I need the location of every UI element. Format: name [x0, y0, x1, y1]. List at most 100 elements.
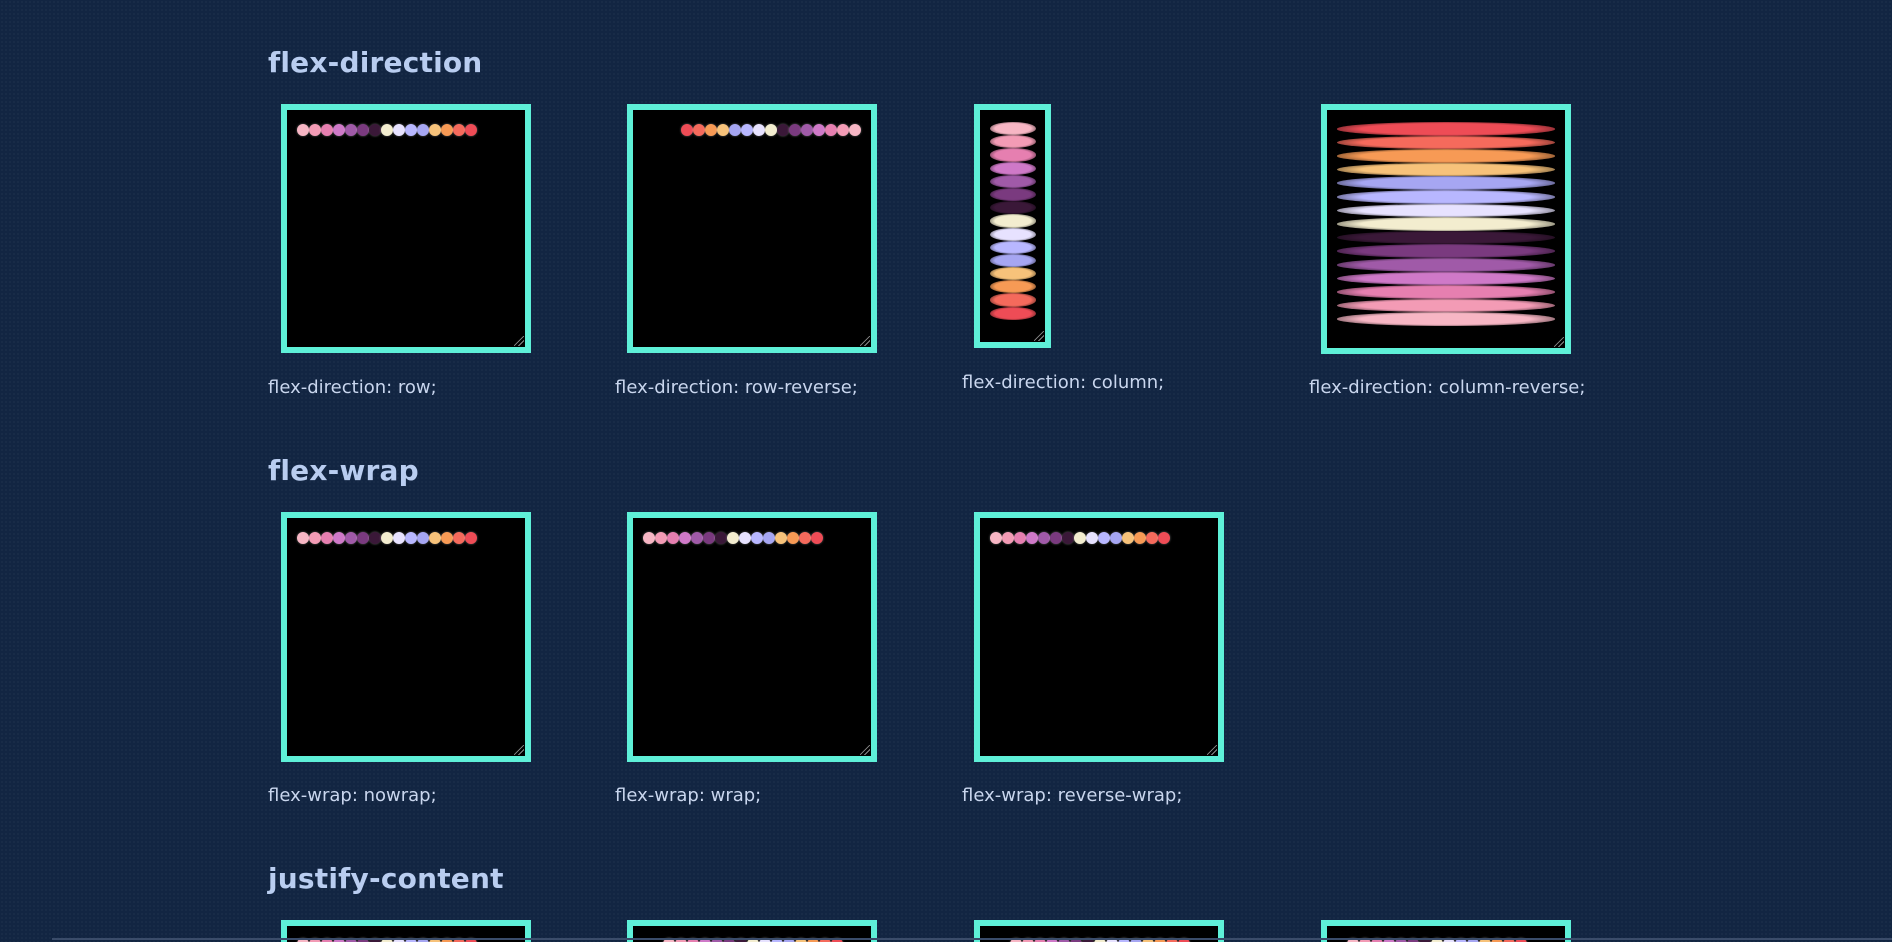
flex-item-dot — [429, 532, 441, 544]
flex-item-dot — [381, 124, 393, 136]
flex-item-dot — [990, 280, 1036, 294]
section-title-flex-direction: flex-direction — [268, 46, 483, 79]
flex-item-dot — [667, 532, 679, 544]
flex-item-dot — [1337, 244, 1555, 258]
resize-handle-icon[interactable] — [860, 745, 870, 755]
demo-caption: flex-wrap: nowrap; — [268, 785, 437, 806]
flex-item-dot — [1038, 532, 1050, 544]
flex-item-dot — [811, 532, 823, 544]
flex-item-dot — [1337, 122, 1555, 136]
flex-item-dot — [727, 532, 739, 544]
flex-item-dot — [393, 124, 405, 136]
flex-item-dot — [1337, 149, 1555, 163]
flex-item-dot — [705, 124, 717, 136]
demo-box[interactable] — [627, 104, 877, 353]
demo-caption: flex-direction: row-reverse; — [615, 377, 858, 398]
dot-row — [990, 532, 1170, 544]
flex-item-dot — [357, 124, 369, 136]
resize-handle-icon[interactable] — [514, 336, 524, 346]
flex-item-dot — [990, 293, 1036, 307]
demo-box[interactable] — [974, 104, 1051, 348]
flex-item-dot — [453, 124, 465, 136]
flex-item-dot — [417, 124, 429, 136]
demo-box[interactable] — [281, 104, 531, 353]
flex-item-dot — [990, 187, 1036, 202]
section-title-flex-wrap: flex-wrap — [268, 454, 419, 487]
flex-item-dot — [405, 124, 417, 136]
resize-handle-icon[interactable] — [860, 336, 870, 346]
flex-item-dot — [1134, 532, 1146, 544]
flex-item-dot — [309, 532, 321, 544]
flex-item-dot — [849, 124, 861, 136]
demo-box[interactable] — [1321, 104, 1571, 354]
flex-item-dot — [703, 532, 715, 544]
resize-handle-icon[interactable] — [514, 745, 524, 755]
flex-item-dot — [801, 124, 813, 136]
flex-item-dot — [1337, 312, 1555, 326]
flex-item-dot — [741, 124, 753, 136]
flex-item-dot — [441, 124, 453, 136]
flex-item-dot — [1337, 176, 1555, 190]
flex-item-dot — [990, 122, 1036, 136]
demo-caption: flex-wrap: reverse-wrap; — [962, 785, 1183, 806]
flex-item-dot — [1026, 532, 1038, 544]
flex-item-dot — [1337, 203, 1555, 218]
flex-item-dot — [1337, 217, 1555, 231]
flex-item-dot — [837, 124, 849, 136]
demo-caption: flex-direction: column; — [962, 372, 1165, 393]
resize-handle-icon[interactable] — [1554, 337, 1564, 347]
flex-item-dot — [1337, 162, 1555, 177]
resize-handle-icon[interactable] — [1207, 745, 1217, 755]
flex-item-dot — [309, 124, 321, 136]
flex-item-dot — [369, 124, 381, 136]
dot-row — [297, 124, 477, 136]
flex-item-dot — [1122, 532, 1134, 544]
flex-item-dot — [417, 532, 429, 544]
flex-item-dot — [321, 532, 333, 544]
flex-item-dot — [465, 124, 477, 136]
flex-item-dot — [643, 532, 655, 544]
flex-item-dot — [405, 532, 417, 544]
flex-item-dot — [715, 532, 727, 544]
flex-item-dot — [990, 267, 1036, 281]
flex-item-dot — [990, 161, 1036, 175]
flex-item-dot — [751, 532, 763, 544]
flex-item-dot — [1050, 532, 1062, 544]
flex-item-dot — [990, 227, 1036, 241]
flex-item-dot — [1337, 189, 1555, 204]
flex-item-dot — [825, 124, 837, 136]
section-title-justify-content: justify-content — [268, 862, 504, 895]
flex-item-dot — [357, 532, 369, 544]
flex-item-dot — [297, 124, 309, 136]
flex-item-dot — [681, 124, 693, 136]
dot-row — [681, 124, 861, 136]
flex-item-dot — [345, 124, 357, 136]
flex-item-dot — [1337, 230, 1555, 245]
flex-item-dot — [393, 532, 405, 544]
flex-item-dot — [1074, 532, 1086, 544]
flex-item-dot — [345, 532, 357, 544]
flex-item-dot — [1337, 135, 1555, 150]
flex-item-dot — [990, 148, 1036, 162]
flex-item-dot — [333, 532, 345, 544]
flex-item-dot — [429, 124, 441, 136]
demo-caption: flex-direction: row; — [268, 377, 437, 398]
flex-item-dot — [1098, 532, 1110, 544]
flex-item-dot — [333, 124, 345, 136]
resize-handle-icon[interactable] — [1034, 331, 1044, 341]
demo-caption: flex-direction: column-reverse; — [1309, 377, 1586, 398]
flex-item-dot — [297, 532, 309, 544]
horizontal-scrollbar[interactable] — [52, 938, 1892, 940]
dot-row — [643, 532, 823, 544]
flex-item-dot — [775, 532, 787, 544]
flex-item-dot — [1002, 532, 1014, 544]
demo-box[interactable] — [974, 512, 1224, 762]
flex-item-dot — [799, 532, 811, 544]
flex-item-dot — [787, 532, 799, 544]
flex-item-dot — [990, 240, 1036, 254]
demo-box[interactable] — [627, 512, 877, 762]
flex-item-dot — [679, 532, 691, 544]
demo-box[interactable] — [281, 512, 531, 762]
flex-item-dot — [321, 124, 333, 136]
dot-row — [297, 532, 477, 544]
